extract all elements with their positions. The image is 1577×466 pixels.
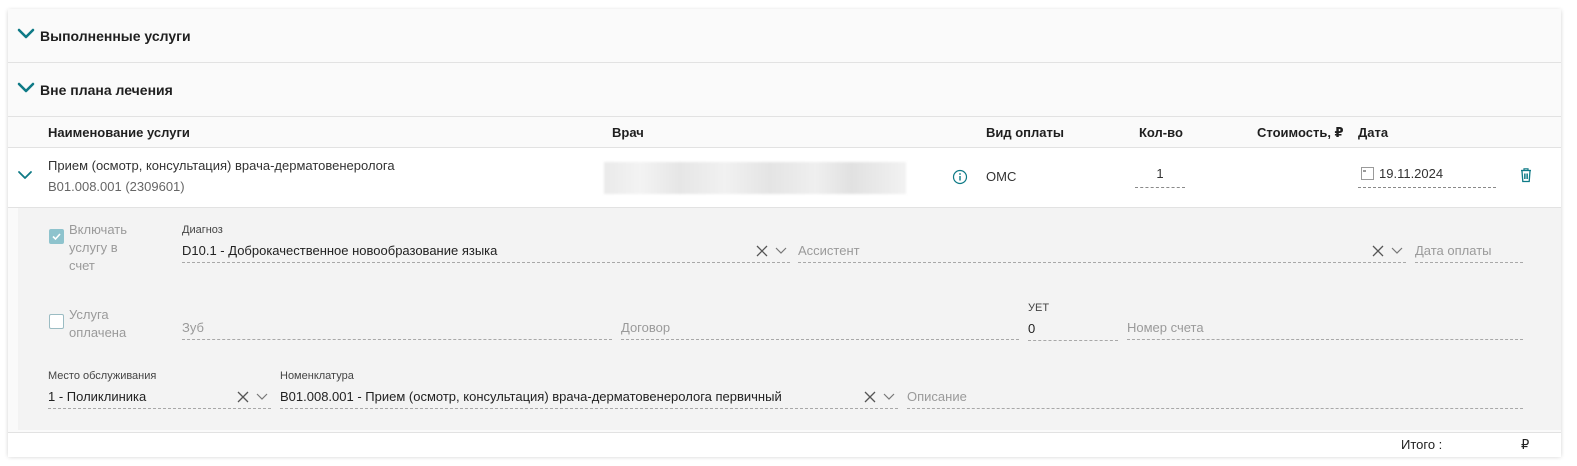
column-header-cost: Стоимость, ₽: [1257, 125, 1344, 140]
service-details-panel: Включать услугу в счет Диагноз D10.1 - Д…: [18, 208, 1561, 430]
checkmark-icon: [52, 233, 61, 241]
diagnosis-label: Диагноз: [182, 224, 223, 236]
diagnosis-value: D10.1 - Доброкачественное новообразовани…: [182, 243, 498, 258]
table-row[interactable]: Прием (осмотр, консультация) врача-дерма…: [8, 148, 1561, 208]
uet-label: УЕТ: [1028, 302, 1050, 314]
uet-field[interactable]: УЕТ 0: [1028, 302, 1118, 341]
chevron-down-icon[interactable]: [883, 393, 895, 401]
clear-icon[interactable]: [237, 391, 249, 403]
payment-type: ОМС: [986, 169, 1017, 184]
total-currency: ₽: [1521, 437, 1530, 452]
tooth-placeholder: Зуб: [182, 320, 204, 335]
include-in-bill-label: Включать услугу в счет: [69, 221, 127, 275]
diagnosis-field[interactable]: Диагноз D10.1 - Доброкачественное новооб…: [182, 224, 790, 263]
outside-plan-header[interactable]: Вне плана лечения: [8, 63, 1561, 117]
service-code: B01.008.001 (2309601): [48, 179, 185, 194]
service-place-label: Место обслуживания: [48, 370, 157, 382]
service-place-field[interactable]: Место обслуживания 1 - Поликлиника: [48, 370, 271, 409]
label-line: оплачена: [69, 325, 127, 340]
service-paid-label: Услуга оплачена: [69, 306, 126, 342]
chevron-down-icon[interactable]: [256, 393, 268, 401]
chevron-down-icon[interactable]: [17, 81, 35, 95]
payment-date-field[interactable]: Дата оплаты: [1415, 242, 1523, 263]
checkbox-unchecked[interactable]: [49, 314, 64, 329]
service-name: Прием (осмотр, консультация) врача-дерма…: [48, 158, 395, 173]
nomenclature-label: Номенклатура: [280, 370, 354, 382]
nomenclature-value: B01.008.001 - Прием (осмотр, консультаци…: [280, 389, 782, 404]
description-field[interactable]: Описание: [907, 388, 1523, 409]
column-header-date: Дата: [1358, 125, 1389, 140]
info-icon[interactable]: [952, 169, 968, 185]
label-line: Услуга: [69, 307, 109, 322]
service-place-value: 1 - Поликлиника: [48, 389, 147, 404]
label-line: Включать: [69, 222, 127, 237]
calendar-icon[interactable]: [1361, 167, 1374, 180]
column-header-service-name: Наименование услуги: [48, 125, 190, 140]
contract-field[interactable]: Договор: [621, 319, 1019, 340]
services-table-header: Наименование услуги Врач Вид оплаты Кол-…: [8, 117, 1561, 148]
checkbox-checked[interactable]: [49, 229, 64, 244]
assistant-placeholder: Ассистент: [798, 243, 860, 258]
chevron-down-icon[interactable]: [1391, 247, 1403, 255]
clear-icon[interactable]: [864, 391, 876, 403]
clear-icon[interactable]: [1372, 245, 1384, 257]
chevron-down-icon[interactable]: [775, 247, 787, 255]
invoice-number-field[interactable]: Номер счета: [1127, 319, 1523, 340]
uet-value: 0: [1028, 321, 1036, 336]
chevron-down-icon[interactable]: [17, 27, 35, 41]
completed-services-header[interactable]: Выполненные услуги: [8, 9, 1561, 63]
assistant-field[interactable]: Ассистент: [798, 242, 1406, 263]
column-header-doctor: Врач: [612, 125, 644, 140]
total-footer: Итого : ₽: [8, 432, 1561, 457]
quantity-field[interactable]: 1: [1135, 166, 1185, 188]
completed-services-title: Выполненные услуги: [40, 28, 191, 44]
date-field[interactable]: 19.11.2024: [1358, 166, 1496, 188]
description-placeholder: Описание: [907, 389, 967, 404]
date-value: 19.11.2024: [1379, 166, 1444, 181]
column-header-quantity: Кол-во: [1139, 125, 1183, 140]
trash-icon[interactable]: [1519, 167, 1533, 183]
payment-date-placeholder: Дата оплаты: [1415, 243, 1492, 258]
contract-placeholder: Договор: [621, 320, 671, 335]
invoice-number-placeholder: Номер счета: [1127, 320, 1204, 335]
clear-icon[interactable]: [756, 245, 768, 257]
nomenclature-field[interactable]: Номенклатура B01.008.001 - Прием (осмотр…: [280, 370, 898, 409]
column-header-payment-type: Вид оплаты: [986, 125, 1064, 140]
total-label: Итого :: [1401, 437, 1443, 452]
chevron-down-icon[interactable]: [17, 169, 33, 181]
services-card: Выполненные услуги Вне плана лечения Наи…: [8, 9, 1561, 457]
tooth-field[interactable]: Зуб: [182, 319, 612, 340]
label-line: услугу в счет: [69, 240, 118, 273]
doctor-name-redacted: [604, 162, 906, 194]
outside-plan-title: Вне плана лечения: [40, 82, 173, 98]
